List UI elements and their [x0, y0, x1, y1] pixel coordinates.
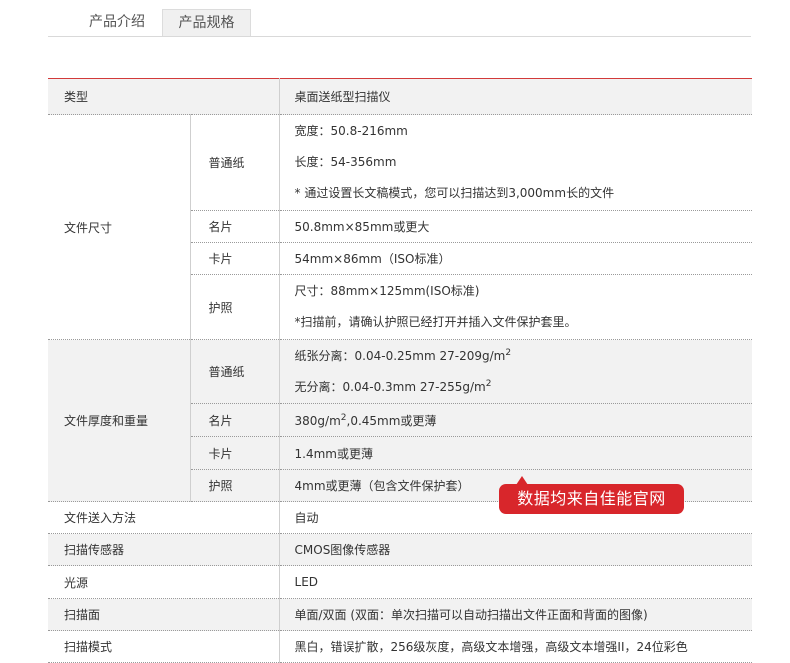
row-value: 54mm×86mm（ISO标准） [278, 242, 753, 275]
row-label: 文件尺寸 [48, 114, 190, 340]
value-line: 无分离：0.04-0.3mm 27-255g/m2 [295, 372, 753, 403]
row-label: 文件送入方法 [48, 501, 280, 534]
value-line: 宽度：50.8-216mm [294, 124, 408, 138]
table-row: 扫描面 单面/双面 (双面：单次扫描可以自动扫描出文件正面和背面的图像) [48, 598, 753, 631]
row-label: 光源 [48, 565, 280, 599]
value-line: * 通过设置长文稿模式，您可以扫描达到3,000mm长的文件 [294, 186, 615, 200]
row-value: 宽度：50.8-216mm 长度：54-356mm * 通过设置长文稿模式，您可… [278, 114, 753, 211]
sub-label: 卡片 [189, 242, 280, 275]
row-value: 50.8mm×85mm或更大 [278, 210, 753, 243]
table-row: 扫描传感器 CMOS图像传感器 [48, 533, 753, 566]
table-row: 类型 桌面送纸型扫描仪 [48, 78, 753, 115]
row-value: 尺寸：88mm×125mm(ISO标准) *扫描前，请确认护照已经打开并插入文件… [278, 274, 753, 340]
spec-table: 类型 桌面送纸型扫描仪 文件尺寸 普通纸 宽度：50.8-216mm 长度：54… [48, 78, 753, 663]
table-row: 文件尺寸 普通纸 宽度：50.8-216mm 长度：54-356mm * 通过设… [48, 114, 753, 340]
sub-label: 普通纸 [189, 339, 280, 404]
value-text: ,0.45mm或更薄 [346, 413, 437, 428]
sub-label: 名片 [189, 403, 280, 437]
value-line: 长度：54-356mm [294, 155, 397, 169]
tab-product-specs[interactable]: 产品规格 [162, 9, 251, 36]
row-value: 380g/m2,0.45mm或更薄 [278, 403, 753, 437]
row-value: CMOS图像传感器 [278, 533, 753, 566]
value-line: 纸张分离：0.04-0.25mm 27-209g/m2 [295, 341, 753, 372]
sub-label: 名片 [189, 210, 280, 243]
value-text: 纸张分离：0.04-0.25mm 27-209g/m [294, 348, 506, 363]
value-line: *扫描前，请确认护照已经打开并插入文件保护套里。 [294, 315, 577, 329]
value-text: 380g/m [294, 413, 341, 428]
row-value: 桌面送纸型扫描仪 [278, 78, 753, 115]
row-value: 1.4mm或更薄 [278, 436, 753, 470]
sub-label: 普通纸 [189, 114, 280, 211]
row-value: 黑白，错误扩散，256级灰度，高级文本增强，高级文本增强II，24位彩色 [278, 630, 753, 663]
value-line: 尺寸：88mm×125mm(ISO标准) [294, 284, 480, 298]
table-row: 光源 LED [48, 565, 753, 599]
table-row: 扫描模式 黑白，错误扩散，256级灰度，高级文本增强，高级文本增强II，24位彩… [48, 630, 753, 663]
sub-label: 卡片 [189, 436, 280, 470]
superscript: 2 [505, 347, 512, 358]
sub-label: 护照 [189, 469, 280, 502]
row-value: 单面/双面 (双面：单次扫描可以自动扫描出文件正面和背面的图像) [278, 598, 753, 631]
row-label: 扫描传感器 [48, 533, 280, 566]
value-text: 无分离：0.04-0.3mm 27-255g/m [294, 379, 486, 394]
superscript: 2 [485, 378, 492, 389]
row-label: 类型 [48, 78, 280, 115]
row-value: LED [278, 565, 753, 599]
sub-label: 护照 [189, 274, 280, 340]
row-label: 扫描面 [48, 598, 280, 631]
tab-product-intro[interactable]: 产品介绍 [72, 9, 162, 35]
row-label: 文件厚度和重量 [48, 339, 190, 502]
row-label: 扫描模式 [48, 630, 280, 663]
watermark-callout: 数据均来自佳能官网 [499, 476, 684, 514]
table-row: 文件厚度和重量 普通纸 纸张分离：0.04-0.25mm 27-209g/m2 … [48, 339, 753, 502]
tab-bar: 产品介绍 产品规格 [48, 9, 751, 37]
row-value: 纸张分离：0.04-0.25mm 27-209g/m2 无分离：0.04-0.3… [278, 339, 753, 404]
